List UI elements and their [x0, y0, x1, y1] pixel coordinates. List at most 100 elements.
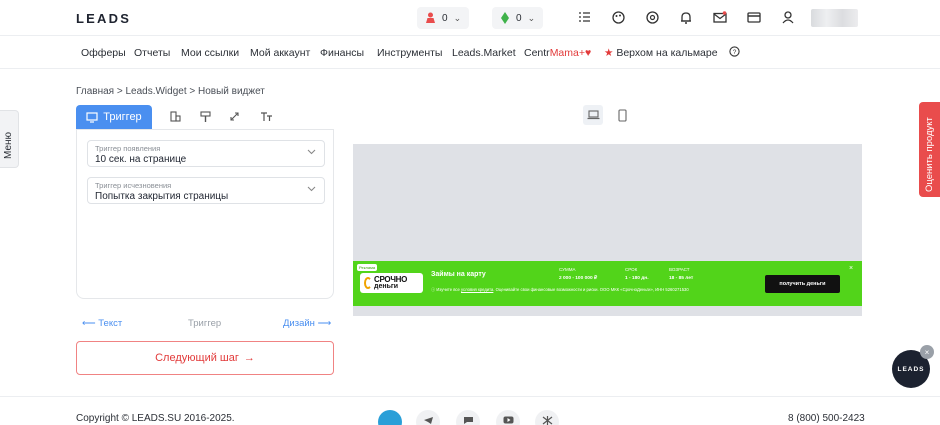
heart-icon: ♥: [585, 47, 592, 59]
appear-trigger-select[interactable]: Триггер появления 10 сек. на странице: [87, 140, 325, 167]
palette-icon[interactable]: [611, 10, 625, 24]
info-icon: ⓘ: [431, 287, 436, 292]
social-telegram-icon[interactable]: [416, 410, 440, 425]
rate-product-label: Оценить продукт: [924, 117, 935, 192]
leaf-counter-value: 0: [516, 12, 522, 24]
appear-trigger-value: 10 сек. на странице: [95, 154, 187, 165]
sum-value: 2 000 - 100 000 ₽: [559, 276, 597, 281]
chevron-down-icon: [307, 186, 316, 192]
menu-tab[interactable]: Меню: [0, 110, 19, 168]
monitor-icon: [86, 111, 98, 123]
floating-close-icon[interactable]: ×: [920, 345, 934, 359]
card-icon[interactable]: [747, 10, 761, 24]
user-counter[interactable]: 0 ⌄: [417, 7, 470, 29]
sum-column: СУММА 2 000 - 100 000 ₽: [559, 267, 597, 281]
chevron-down-icon: [307, 149, 316, 155]
top-bar: LEADS 0 ⌄ 0 ⌄: [0, 0, 940, 36]
age-label: ВОЗРАСТ: [669, 267, 690, 272]
chevron-down-icon: ⌄: [453, 12, 462, 23]
step-current-label: Триггер: [188, 318, 222, 329]
next-step-button[interactable]: Следующий шаг →: [76, 341, 334, 375]
laptop-icon: [587, 110, 599, 120]
next-step-label: Следующий шаг: [155, 352, 239, 364]
leaf-icon: [501, 12, 509, 24]
profile-icon[interactable]: [781, 10, 795, 24]
age-column: ВОЗРАСТ 18 - 85 лет: [669, 267, 693, 281]
disappear-trigger-value: Попытка закрытия страницы: [95, 191, 229, 202]
banner-note-rest: . Оценивайте свои финансовые возможности…: [493, 287, 689, 292]
desktop-view-button[interactable]: [583, 105, 603, 125]
support-phone[interactable]: 8 (800) 500-2423: [788, 413, 865, 424]
mobile-view-button[interactable]: [612, 105, 632, 125]
user-icon: [426, 12, 435, 23]
rate-product-tab[interactable]: Оценить продукт: [919, 102, 940, 197]
centr-prefix: Centr: [524, 47, 550, 59]
help-icon[interactable]: ?: [729, 46, 740, 60]
social-badge-icon[interactable]: [378, 410, 402, 425]
tab-resize-icon[interactable]: [228, 110, 241, 123]
banner-note-prefix: Изучите все: [436, 287, 460, 292]
breadcrumb[interactable]: Главная > Leads.Widget > Новый виджет: [76, 86, 265, 97]
nav-item-centr-mama[interactable]: CentrMama+♥: [524, 47, 591, 59]
support-icon[interactable]: [645, 10, 659, 24]
step-next-label: Дизайн: [283, 318, 315, 329]
tab-trigger[interactable]: Триггер: [76, 105, 152, 129]
age-value: 18 - 85 лет: [669, 276, 694, 281]
nav-item-offers[interactable]: Офферы: [81, 47, 126, 59]
term-label: СРОК: [625, 267, 638, 272]
tab-layout-icon[interactable]: [169, 110, 182, 123]
tasks-icon[interactable]: [577, 10, 591, 24]
tab-paint-icon[interactable]: [199, 110, 212, 123]
footer-divider: [0, 396, 940, 397]
star-icon: ★: [604, 47, 614, 59]
leaf-counter[interactable]: 0 ⌄: [492, 7, 544, 29]
banner-title: Займы на карту: [431, 271, 486, 278]
get-money-button[interactable]: получить деньги: [765, 275, 840, 293]
phone-icon: [617, 108, 627, 122]
trigger-settings-panel: Триггер появления 10 сек. на странице Тр…: [76, 129, 334, 299]
svg-text:?: ?: [733, 49, 737, 56]
disappear-trigger-select[interactable]: Триггер исчезновения Попытка закрытия ст…: [87, 177, 325, 204]
tab-text-icon[interactable]: [260, 110, 273, 123]
step-next-link[interactable]: Дизайн ⟶: [283, 318, 331, 329]
social-youtube-icon[interactable]: [496, 410, 520, 425]
nav-item-my-links[interactable]: Мои ссылки: [181, 47, 239, 59]
brand-mark-icon: [364, 277, 372, 289]
nav-item-my-account[interactable]: Мой аккаунт: [250, 47, 310, 59]
bell-icon[interactable]: [679, 10, 693, 24]
copyright: Copyright © LEADS.SU 2016-2025.: [76, 413, 235, 424]
brand-logo: СРОЧНО деньги: [360, 273, 423, 293]
chevron-down-icon: ⌄: [527, 12, 536, 23]
user-counter-value: 0: [442, 12, 448, 24]
nav-item-leads-market[interactable]: Leads.Market: [452, 47, 516, 59]
sum-label: СУММА: [559, 267, 576, 272]
promo-label: Верхом на кальмаре: [616, 47, 718, 59]
brand-line2: деньги: [374, 283, 399, 290]
menu-tab-label: Меню: [3, 131, 14, 159]
step-prev-label: Текст: [98, 318, 123, 329]
arrow-left-icon: ⟵: [82, 318, 96, 329]
term-value: 1 - 180 дн.: [625, 276, 649, 281]
nav-item-tools[interactable]: Инструменты: [377, 47, 442, 59]
banner-note: ⓘ Изучите все условия кредита. Оценивайт…: [431, 287, 771, 293]
user-name-blurred[interactable]: [811, 9, 858, 27]
tab-trigger-label: Триггер: [103, 111, 142, 123]
appear-trigger-label: Триггер появления: [95, 144, 161, 153]
nav-item-reports[interactable]: Отчеты: [134, 47, 170, 59]
nav-item-finance[interactable]: Финансы: [320, 47, 364, 59]
widget-banner: Реклама СРОЧНО деньги Займы на карту ⓘ И…: [353, 261, 862, 306]
social-chat-icon[interactable]: [456, 410, 480, 425]
centr-suffix: Mama+: [549, 47, 585, 59]
banner-close-icon[interactable]: ×: [849, 265, 853, 272]
nav-item-promo[interactable]: ★ Верхом на кальмаре: [604, 47, 718, 59]
mail-icon[interactable]: [713, 10, 727, 24]
term-column: СРОК 1 - 180 дн.: [625, 267, 649, 281]
disappear-trigger-label: Триггер исчезновения: [95, 181, 172, 190]
arrow-right-icon: →: [243, 352, 255, 364]
logo[interactable]: LEADS: [76, 11, 131, 26]
social-zen-icon[interactable]: [535, 410, 559, 425]
ad-tag: Реклама: [357, 264, 378, 271]
arrow-right-icon: ⟶: [317, 318, 332, 329]
banner-note-link[interactable]: условия кредита: [461, 287, 493, 292]
step-prev-link[interactable]: ⟵ Текст: [82, 318, 122, 329]
